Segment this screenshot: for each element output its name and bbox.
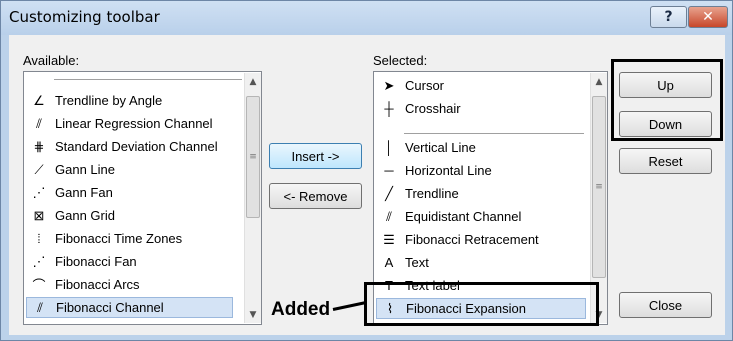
gann-grid-icon: ⊠ — [33, 207, 45, 223]
available-label: Available: — [23, 53, 80, 68]
list-item-label: Gann Grid — [55, 208, 115, 223]
list-item-label: Vertical Line — [405, 140, 476, 155]
list-item[interactable]: │ Vertical Line — [376, 137, 586, 158]
list-item[interactable]: ┼ Crosshair — [376, 98, 586, 119]
list-item[interactable]: A Text — [376, 252, 586, 273]
insert-button[interactable]: Insert -> — [269, 143, 362, 169]
list-item[interactable]: ⋰ Fibonacci Fan — [26, 251, 233, 272]
list-item-label: Fibonacci Retracement — [405, 232, 539, 247]
list-item-label: Linear Regression Channel — [55, 116, 213, 131]
gann-line-icon: ⟋ — [34, 161, 44, 177]
scroll-up-icon[interactable]: ▲ — [591, 73, 607, 90]
scroll-down-icon[interactable]: ▼ — [245, 306, 261, 323]
added-item-highlight-box — [364, 282, 599, 326]
vertical-line-icon: │ — [384, 140, 394, 155]
list-item[interactable]: ➤ Cursor — [376, 75, 586, 96]
list-item-label: Trendline — [405, 186, 459, 201]
scroll-thumb[interactable]: ≡ — [246, 96, 260, 218]
list-item[interactable]: ⌒ Fibonacci Arcs — [26, 274, 233, 295]
list-item-label: Gann Line — [55, 162, 115, 177]
window-title: Customizing toolbar — [9, 8, 160, 26]
available-scrollbar[interactable]: ▲ ≡ ▼ — [244, 73, 261, 323]
list-item-label: Fibonacci Fan — [55, 254, 137, 269]
equidistant-channel-icon: ⫽ — [386, 208, 392, 224]
list-item[interactable]: ⟋ Gann Line — [26, 159, 233, 180]
list-item[interactable]: ⊠ Gann Grid — [26, 205, 233, 226]
list-item[interactable]: ⦙ Fibonacci Time Zones — [26, 228, 233, 249]
trendline-icon: ╱ — [385, 185, 393, 201]
list-separator — [54, 79, 242, 80]
customizing-toolbar-dialog: Customizing toolbar ? ✕ Available: Selec… — [0, 0, 733, 341]
selected-label: Selected: — [373, 53, 428, 68]
list-item-label: Horizontal Line — [405, 163, 492, 178]
dialog-body: Available: Selected: ▲ ≡ ▼ ∠ Trendline by… — [9, 35, 725, 335]
remove-button[interactable]: <- Remove — [269, 183, 362, 209]
list-item[interactable]: ☰ Fibonacci Retracement — [376, 229, 586, 250]
available-listbox[interactable]: ▲ ≡ ▼ ∠ Trendline by Angle ⫽ Linear Regress… — [23, 71, 262, 325]
list-separator — [404, 133, 584, 134]
list-item-label: Crosshair — [405, 101, 461, 116]
text-icon: A — [384, 255, 394, 270]
list-item[interactable]: ⫽ Linear Regression Channel — [26, 113, 233, 134]
title-bar: Customizing toolbar ? ✕ — [1, 1, 732, 35]
list-item-label: Fibonacci Channel — [56, 300, 164, 315]
list-item[interactable]: ∠ Trendline by Angle — [26, 90, 233, 111]
horizontal-line-icon: ─ — [384, 163, 394, 178]
list-item-label: Standard Deviation Channel — [55, 139, 218, 154]
list-item-label: Cursor — [405, 78, 445, 93]
list-item[interactable]: ⫽ Fibonacci Channel — [26, 297, 233, 318]
fibo-retracement-icon: ☰ — [383, 231, 395, 247]
list-item[interactable]: ⋕ Standard Deviation Channel — [26, 136, 233, 157]
fibo-channel-icon: ⫽ — [37, 299, 43, 315]
list-item-label: Trendline by Angle — [55, 93, 163, 108]
list-item-label: Equidistant Channel — [405, 209, 522, 224]
list-item-label: Text — [405, 255, 429, 270]
list-item-label: Gann Fan — [55, 185, 113, 200]
list-item[interactable]: ⋰ Gann Fan — [26, 182, 233, 203]
scroll-thumb[interactable]: ≡ — [592, 96, 606, 278]
fibo-arcs-icon: ⌒ — [32, 278, 46, 293]
fibo-fan-icon: ⋰ — [32, 253, 46, 269]
reset-button[interactable]: Reset — [619, 148, 712, 174]
help-button[interactable]: ? — [650, 6, 687, 28]
linear-regression-icon: ⫽ — [36, 115, 42, 131]
list-item[interactable]: ─ Horizontal Line — [376, 160, 586, 181]
close-button[interactable]: Close — [619, 292, 712, 318]
list-item-label: Fibonacci Arcs — [55, 277, 140, 292]
cursor-arrow-icon: ➤ — [383, 77, 395, 93]
close-window-button[interactable]: ✕ — [688, 6, 728, 28]
fibo-time-zones-icon: ⦙ — [37, 230, 41, 246]
up-down-highlight-box — [611, 59, 723, 141]
list-item-label: Fibonacci Time Zones — [55, 231, 183, 246]
crosshair-icon: ┼ — [384, 101, 394, 116]
added-arrow — [332, 301, 365, 311]
list-item[interactable]: ╱ Trendline — [376, 183, 586, 204]
added-annotation-label: Added — [271, 299, 331, 320]
trendline-angle-icon: ∠ — [33, 92, 45, 108]
list-item[interactable]: ⫽ Equidistant Channel — [376, 206, 586, 227]
scroll-up-icon[interactable]: ▲ — [245, 73, 261, 90]
std-deviation-icon: ⋕ — [33, 138, 45, 154]
gann-fan-icon: ⋰ — [32, 184, 46, 200]
